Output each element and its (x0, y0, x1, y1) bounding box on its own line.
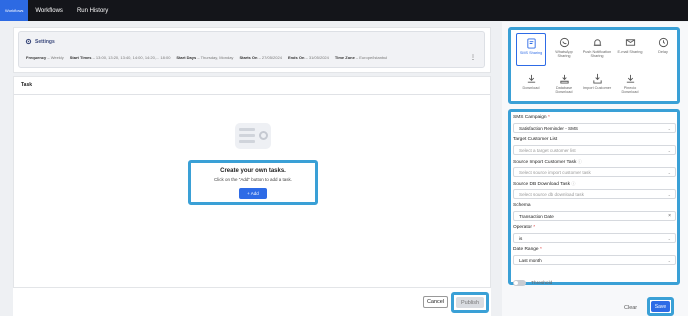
setting-start-times: Start Times – 13:00, 13:20, 13:40, 14:00… (69, 55, 171, 60)
publish-button[interactable]: Publish (456, 297, 484, 308)
chevron-down-icon: ⌄ (667, 148, 671, 153)
database-download-icon (559, 74, 569, 84)
info-icon: ⓘ (577, 159, 582, 164)
task-title: Task (21, 82, 33, 88)
whatsapp-icon (559, 37, 569, 48)
chevron-down-icon: ⌄ (667, 258, 671, 263)
top-navigation-bar: Workflows Workflows Run History (0, 0, 688, 21)
task-card: Task Create your own tasks. Click on the… (13, 76, 491, 294)
save-highlight: Save (647, 297, 674, 316)
publish-highlight: Publish (451, 292, 489, 313)
action-pinecio-download[interactable]: Pinecio Download (615, 69, 645, 102)
empty-tasks-illustration-icon (235, 123, 271, 149)
date-range-select[interactable]: Last month ⌄ (513, 255, 676, 265)
email-share-icon (625, 39, 635, 46)
import-icon (592, 73, 602, 84)
source-db-download-label: Source DB Download Task ⓘ (513, 181, 576, 187)
task-type-picker: SMS Sharing WhatsApp Sharing Push Notifi… (508, 27, 680, 104)
chevron-down-icon: ⌄ (667, 192, 671, 197)
empty-state-title: Create your own tasks. (220, 168, 286, 174)
threshold-toggle[interactable] (513, 280, 526, 286)
action-push-notification[interactable]: Push Notification Sharing (582, 33, 612, 66)
operator-label: Operator * (513, 225, 536, 230)
action-sms-sharing[interactable]: SMS Sharing (516, 33, 546, 66)
date-range-label: Date Range * (513, 247, 542, 252)
settings-card: Settings Frequency – Weekly Start Times … (13, 27, 491, 73)
action-import-customer[interactable]: Import Customer (582, 69, 612, 102)
setting-time-zone: Time Zone – Europe/Istanbul (334, 55, 388, 60)
settings-summary: Frequency – Weekly Start Times – 13:00, … (26, 55, 387, 60)
operator-select[interactable]: is ⌄ (513, 233, 676, 243)
settings-title-text: Settings (35, 38, 55, 45)
push-notification-icon (593, 39, 601, 46)
task-divider (14, 94, 490, 95)
add-task-button[interactable]: + Add (239, 188, 267, 199)
workflow-editor: Settings Frequency – Weekly Start Times … (13, 22, 491, 316)
tab-workflows[interactable]: Workflows (28, 0, 70, 21)
source-db-download-select[interactable]: Select source db download task ⌄ (513, 189, 676, 199)
empty-state: Create your own tasks. Click on the "Add… (188, 160, 318, 205)
sms-campaign-select[interactable]: Satisfaction Reminder - SMS ⌄ (513, 123, 676, 133)
action-download[interactable]: Download (516, 69, 546, 102)
source-import-task-select[interactable]: Select source import customer task ⌄ (513, 167, 676, 177)
threshold-row: Threshold (513, 280, 552, 286)
source-import-task-label: Source Import Customer Task ⓘ (513, 159, 582, 165)
chevron-down-icon: ⌄ (667, 126, 671, 131)
download-icon (527, 74, 535, 83)
download-icon (626, 74, 634, 83)
task-config-panel: SMS Sharing WhatsApp Sharing Push Notifi… (502, 22, 688, 316)
tab-run-history[interactable]: Run History (70, 0, 115, 21)
settings-gear-icon (25, 38, 32, 45)
info-icon: ⓘ (571, 181, 576, 186)
clear-icon[interactable]: × (668, 213, 671, 219)
chevron-down-icon: ⌄ (667, 170, 671, 175)
action-delay[interactable]: Delay (648, 33, 678, 66)
empty-state-subtitle: Click on the "Add" button to add a task. (214, 177, 292, 182)
chevron-down-icon: ⌄ (667, 236, 671, 241)
task-form: SMS Campaign * Satisfaction Reminder - S… (508, 109, 680, 285)
setting-frequency: Frequency – Weekly (26, 55, 64, 60)
schema-label: Schema (513, 203, 531, 208)
clear-button[interactable]: Clear (624, 305, 637, 311)
sms-campaign-label: SMS Campaign * (513, 115, 550, 120)
setting-ends-on: Ends On – 31/05/2024 (287, 55, 329, 60)
save-button[interactable]: Save (651, 301, 670, 312)
tab-workflows-logo[interactable]: Workflows (0, 0, 29, 21)
target-customer-list-select[interactable]: Select a target customer list ⌄ (513, 145, 676, 155)
schema-select[interactable]: Transaction Date × (513, 211, 676, 221)
cancel-button[interactable]: Cancel (423, 296, 448, 308)
setting-start-days: Start Days – Thursday, Monday (176, 55, 234, 60)
action-database-download[interactable]: Database Download (549, 69, 579, 102)
sms-share-icon (526, 38, 536, 49)
clock-icon (658, 37, 668, 48)
action-email-sharing[interactable]: E-mail Sharing (615, 33, 645, 66)
threshold-label: Threshold (531, 280, 553, 286)
settings-title: Settings (25, 38, 55, 45)
editor-footer: Cancel Publish (13, 287, 491, 316)
more-options-icon[interactable]: ⋮ (470, 54, 476, 61)
target-customer-list-label: Target Customer List (513, 137, 558, 142)
action-whatsapp-sharing[interactable]: WhatsApp Sharing (549, 33, 579, 66)
settings-panel[interactable]: Settings Frequency – Weekly Start Times … (18, 31, 485, 68)
setting-starts-on: Starts On – 27/05/2024 (239, 55, 282, 60)
